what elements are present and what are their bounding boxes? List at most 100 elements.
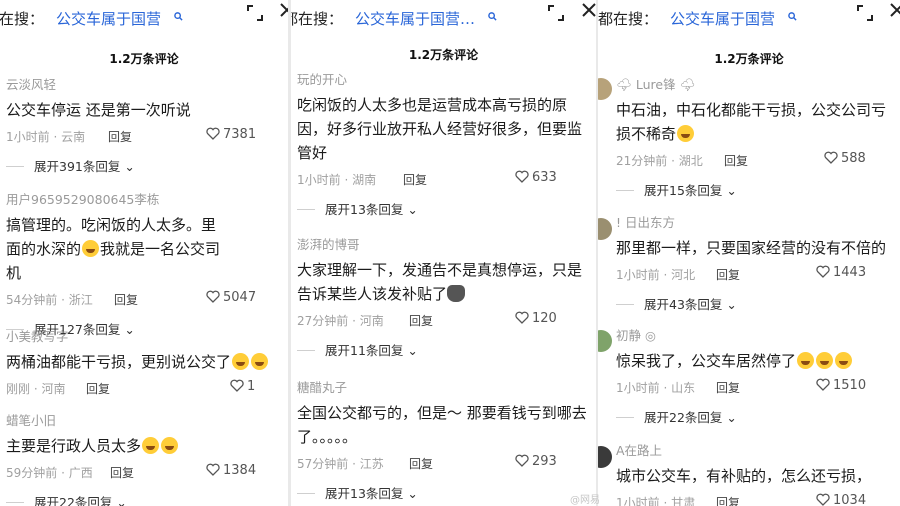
comment-text: 两桶油都能干亏损，更别说公交了 xyxy=(6,350,288,374)
comment-meta: 刚刚 · 河南 回复 1 xyxy=(6,379,288,398)
username[interactable]: 🌩 Lure锋 🌩 xyxy=(616,74,900,93)
like-button[interactable]: 1034 xyxy=(816,493,866,506)
search-bar[interactable]: 大家都在搜： 公交车属于国营 xyxy=(598,8,900,30)
expand-replies[interactable]: 展开15条回复 ⌄ xyxy=(616,180,900,199)
expand-replies[interactable]: 展开13条回复 ⌄ xyxy=(297,199,590,218)
fullscreen-icon[interactable] xyxy=(246,4,264,22)
comment-meta: 1小时前 · 云南 回复 7381 xyxy=(6,127,288,146)
heart-icon xyxy=(816,265,830,278)
comment-text: 全国公交都亏的，但是～ 那要看钱亏到哪去了。。。。。 xyxy=(297,404,587,446)
search-query-link[interactable]: 公交车属于国营 xyxy=(670,10,775,28)
like-button[interactable]: 1443 xyxy=(816,265,866,280)
search-icon[interactable] xyxy=(487,12,497,21)
comment-time-location: 1小时前 · 甘肃 xyxy=(616,496,696,506)
chevron-down-icon: ⌄ xyxy=(116,495,127,506)
fullscreen-icon[interactable] xyxy=(547,4,565,22)
username[interactable]: 小美教写字 xyxy=(6,326,288,345)
username[interactable]: 用户9659529080645李栋 xyxy=(6,189,288,208)
grinning-emoji-icon xyxy=(142,437,160,454)
reply-button[interactable]: 回复 xyxy=(409,312,433,329)
like-button[interactable]: 293 xyxy=(515,454,557,469)
comment-item: 🌩 Lure锋 🌩 中石油，中石化都能干亏损，公交公司亏损不稀奇 21分钟前 ·… xyxy=(616,74,900,199)
expand-replies[interactable]: 展开391条回复 ⌄ xyxy=(6,156,288,175)
username[interactable]: 玩的开心 xyxy=(297,69,590,88)
username[interactable]: ! 日出东方 xyxy=(616,212,900,231)
comment-panel-3: 大家都在搜： 公交车属于国营 1.2万条评论 🌩 Lure锋 🌩 中石油，中石化都… xyxy=(598,0,900,506)
comment-meta: 21分钟前 · 湖北 回复 588 xyxy=(616,151,900,170)
reply-button[interactable]: 回复 xyxy=(724,152,748,169)
username[interactable]: 初静 ◎ xyxy=(616,325,900,344)
reply-button[interactable]: 回复 xyxy=(716,266,740,283)
like-button[interactable]: 120 xyxy=(515,311,557,326)
reply-button[interactable]: 回复 xyxy=(114,291,138,308)
reply-button[interactable]: 回复 xyxy=(409,455,433,472)
username[interactable]: 云淡风轻 xyxy=(6,74,288,93)
like-button[interactable]: 588 xyxy=(824,151,866,166)
comment-count: 1.2万条评论 xyxy=(109,52,179,66)
expand-replies-label: 展开22条回复 xyxy=(34,495,113,506)
username[interactable]: 糖醋丸子 xyxy=(297,377,590,396)
close-icon[interactable] xyxy=(888,1,900,19)
comment-item: 糖醋丸子 全国公交都亏的，但是～ 那要看钱亏到哪去了。。。。。 57分钟前 · … xyxy=(297,377,590,502)
comment-item: A在路上 城市公交车，有补贴的，怎么还亏损， 1小时前 · 甘肃 回复 1034 xyxy=(616,440,900,506)
grinning-emoji-icon xyxy=(161,437,179,454)
close-icon[interactable] xyxy=(278,1,288,19)
expand-replies-label: 展开11条回复 xyxy=(325,343,404,358)
username[interactable]: 蜡笔小旧 xyxy=(6,410,288,429)
reply-button[interactable]: 回复 xyxy=(716,379,740,396)
like-button[interactable]: 633 xyxy=(515,170,557,185)
expand-replies[interactable]: 展开13条回复 ⌄ xyxy=(297,483,590,502)
like-button[interactable]: 7381 xyxy=(206,127,256,142)
comment-time-location: 57分钟前 · 江苏 xyxy=(297,457,384,471)
expand-replies[interactable]: 展开11条回复 ⌄ xyxy=(297,340,590,359)
reply-button[interactable]: 回复 xyxy=(716,494,740,506)
comment-meta: 1小时前 · 山东 回复 1510 xyxy=(616,378,900,397)
like-count: 1510 xyxy=(833,378,867,393)
avatar[interactable] xyxy=(598,446,612,468)
comment-item: 玩的开心 吃闲饭的人太多也是运营成本高亏损的原因，好多行业放开私人经营好很多，但… xyxy=(297,69,590,218)
expand-replies-label: 展开22条回复 xyxy=(644,410,723,425)
badge-icon: 🌩 xyxy=(679,77,696,92)
username[interactable]: 澎湃的博哥 xyxy=(297,234,590,253)
divider-line xyxy=(297,209,315,210)
search-bar[interactable]: 都在搜： 公交车属于国营 xyxy=(0,8,288,30)
reply-button[interactable]: 回复 xyxy=(110,464,134,481)
comment-panel-1: 都在搜： 公交车属于国营 1.2万条评论 云淡风轻 公交车停运 还是第一次听说 1… xyxy=(0,0,288,506)
comment-time-location: 1小时前 · 湖南 xyxy=(297,173,377,187)
expand-replies-label: 展开13条回复 xyxy=(325,202,404,217)
search-query-link[interactable]: 公交车属于国营… xyxy=(355,10,475,28)
search-prefix: 大家都在搜： xyxy=(598,10,659,28)
chevron-down-icon: ⌄ xyxy=(407,343,418,358)
search-icon[interactable] xyxy=(787,12,797,21)
comment-text-part: 惊呆我了，公交车居然停了 xyxy=(616,352,797,370)
like-count: 1443 xyxy=(833,265,867,280)
avatar[interactable] xyxy=(598,78,612,100)
comment-text: 城市公交车，有补贴的，怎么还亏损， xyxy=(616,467,872,485)
chevron-down-icon: ⌄ xyxy=(407,202,418,217)
reply-button[interactable]: 回复 xyxy=(403,171,427,188)
like-button[interactable]: 5047 xyxy=(206,290,256,305)
username[interactable]: A在路上 xyxy=(616,440,900,459)
avatar[interactable] xyxy=(598,218,612,240)
expand-replies[interactable]: 展开22条回复 ⌄ xyxy=(616,407,900,426)
like-button[interactable]: 1384 xyxy=(206,463,256,478)
reply-button[interactable]: 回复 xyxy=(108,128,132,145)
expand-replies[interactable]: 展开22条回复 ⌄ xyxy=(6,492,288,506)
reply-button[interactable]: 回复 xyxy=(86,380,110,397)
search-query-link[interactable]: 公交车属于国营 xyxy=(56,10,161,28)
expand-replies-label: 展开391条回复 xyxy=(34,159,121,174)
expand-replies-label: 展开13条回复 xyxy=(325,486,404,501)
avatar[interactable] xyxy=(598,330,612,352)
comment-count: 1.2万条评论 xyxy=(714,52,784,66)
comment-item: 澎湃的博哥 大家理解一下，发通告不是真想停运，只是告诉某些人该发补贴了 27分钟… xyxy=(297,234,590,359)
comment-panel-2: 都在搜： 公交车属于国营… 1.2万条评论 玩的开心 吃闲饭的人太多也是运营成本高… xyxy=(291,0,596,506)
fullscreen-icon[interactable] xyxy=(856,4,874,22)
like-button[interactable]: 1 xyxy=(230,379,255,394)
comment-meta: 1小时前 · 河北 回复 1443 xyxy=(616,265,900,284)
like-button[interactable]: 1510 xyxy=(816,378,866,393)
close-icon[interactable] xyxy=(580,1,596,19)
expand-replies[interactable]: 展开43条回复 ⌄ xyxy=(616,294,900,313)
username-text: Lure锋 xyxy=(635,77,676,92)
comment-item: 初静 ◎ 惊呆我了，公交车居然停了 1小时前 · 山东 回复 1510 展开22… xyxy=(616,325,900,426)
search-icon[interactable] xyxy=(173,12,183,21)
